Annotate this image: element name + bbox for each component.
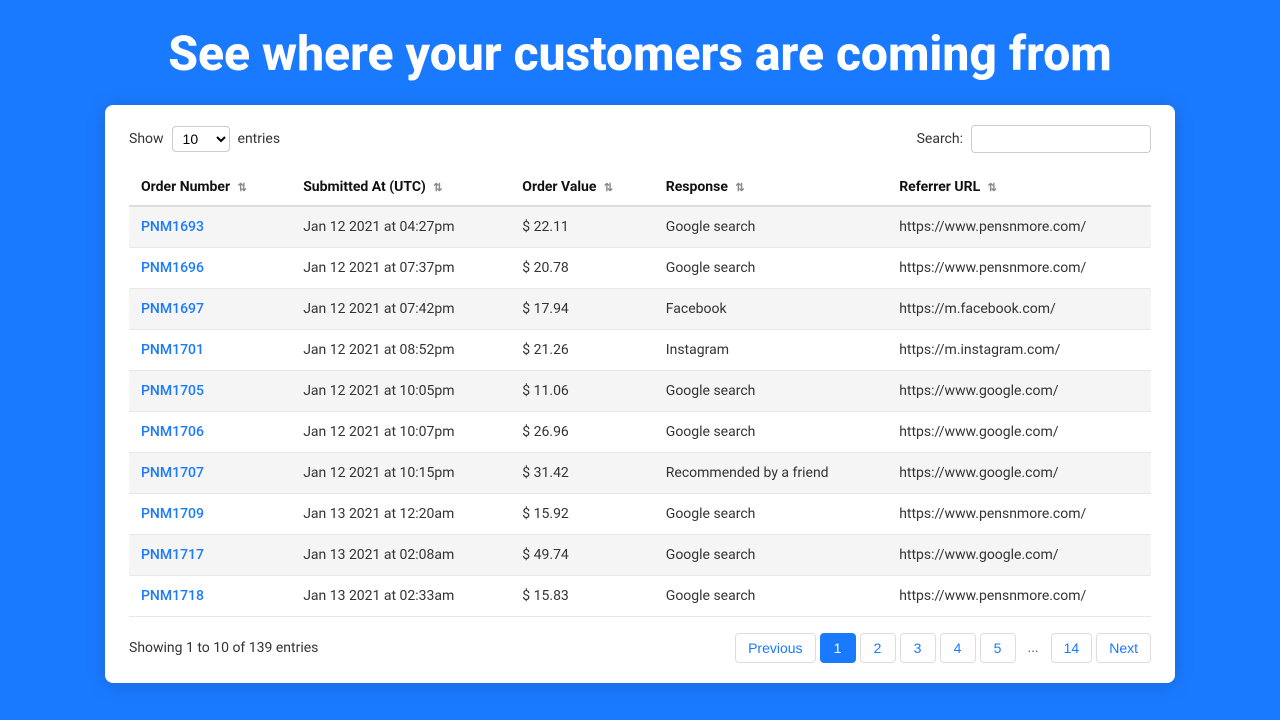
data-table: Order Number ⇅ Submitted At (UTC) ⇅ Orde… bbox=[129, 169, 1151, 617]
table-row: PNM1709Jan 13 2021 at 12:20am$ 15.92Goog… bbox=[129, 493, 1151, 534]
order-link[interactable]: PNM1706 bbox=[141, 424, 204, 440]
table-row: PNM1693Jan 12 2021 at 04:27pm$ 22.11Goog… bbox=[129, 206, 1151, 248]
table-controls: Show 102550100 entries Search: bbox=[129, 125, 1151, 153]
col-response[interactable]: Response ⇅ bbox=[654, 169, 887, 206]
table-row: PNM1707Jan 12 2021 at 10:15pm$ 31.42Reco… bbox=[129, 452, 1151, 493]
search-label: Search: bbox=[917, 131, 963, 147]
page-4-button[interactable]: 4 bbox=[940, 633, 976, 663]
table-row: PNM1717Jan 13 2021 at 02:08am$ 49.74Goog… bbox=[129, 534, 1151, 575]
page-2-button[interactable]: 2 bbox=[860, 633, 896, 663]
order-link[interactable]: PNM1718 bbox=[141, 588, 204, 604]
col-submitted-at-label: Submitted At (UTC) bbox=[303, 179, 426, 195]
search-area: Search: bbox=[917, 125, 1151, 153]
table-body: PNM1693Jan 12 2021 at 04:27pm$ 22.11Goog… bbox=[129, 206, 1151, 617]
entries-select[interactable]: 102550100 bbox=[172, 126, 230, 152]
order-link[interactable]: PNM1697 bbox=[141, 301, 204, 317]
col-order-number-label: Order Number bbox=[141, 179, 230, 195]
sort-icon-response: ⇅ bbox=[735, 181, 744, 194]
table-footer: Showing 1 to 10 of 139 entries Previous … bbox=[129, 633, 1151, 663]
col-submitted-at[interactable]: Submitted At (UTC) ⇅ bbox=[291, 169, 510, 206]
page-5-button[interactable]: 5 bbox=[980, 633, 1016, 663]
table-row: PNM1718Jan 13 2021 at 02:33am$ 15.83Goog… bbox=[129, 575, 1151, 616]
page-title: See where your customers are coming from bbox=[128, 0, 1152, 105]
entries-label: entries bbox=[238, 131, 281, 147]
table-row: PNM1706Jan 12 2021 at 10:07pm$ 26.96Goog… bbox=[129, 411, 1151, 452]
show-entries-control: Show 102550100 entries bbox=[129, 126, 280, 152]
showing-text: Showing 1 to 10 of 139 entries bbox=[129, 640, 318, 656]
sort-icon-submitted-at: ⇅ bbox=[433, 181, 442, 194]
order-link[interactable]: PNM1709 bbox=[141, 506, 204, 522]
col-referrer-url[interactable]: Referrer URL ⇅ bbox=[887, 169, 1151, 206]
pagination: Previous 1 2 3 4 5 ... 14 Next bbox=[735, 633, 1151, 663]
page-3-button[interactable]: 3 bbox=[900, 633, 936, 663]
sort-icon-referrer-url: ⇅ bbox=[988, 181, 997, 194]
show-label: Show bbox=[129, 131, 164, 147]
sort-icon-order-value: ⇅ bbox=[604, 181, 613, 194]
col-order-number[interactable]: Order Number ⇅ bbox=[129, 169, 291, 206]
next-button[interactable]: Next bbox=[1096, 633, 1151, 663]
col-referrer-url-label: Referrer URL bbox=[899, 179, 980, 195]
table-row: PNM1697Jan 12 2021 at 07:42pm$ 17.94Face… bbox=[129, 288, 1151, 329]
sort-icon-order-number: ⇅ bbox=[238, 181, 247, 194]
pagination-ellipsis: ... bbox=[1020, 634, 1047, 662]
search-input[interactable] bbox=[971, 125, 1151, 153]
col-order-value[interactable]: Order Value ⇅ bbox=[510, 169, 653, 206]
page-14-button[interactable]: 14 bbox=[1051, 633, 1093, 663]
order-link[interactable]: PNM1705 bbox=[141, 383, 204, 399]
order-link[interactable]: PNM1717 bbox=[141, 547, 204, 563]
order-link[interactable]: PNM1693 bbox=[141, 219, 204, 235]
previous-button[interactable]: Previous bbox=[735, 633, 815, 663]
table-container: Show 102550100 entries Search: Order Num… bbox=[105, 105, 1175, 683]
table-row: PNM1701Jan 12 2021 at 08:52pm$ 21.26Inst… bbox=[129, 329, 1151, 370]
page-1-button[interactable]: 1 bbox=[820, 633, 856, 663]
order-link[interactable]: PNM1696 bbox=[141, 260, 204, 276]
col-response-label: Response bbox=[666, 179, 728, 195]
table-header: Order Number ⇅ Submitted At (UTC) ⇅ Orde… bbox=[129, 169, 1151, 206]
col-order-value-label: Order Value bbox=[522, 179, 596, 195]
table-row: PNM1696Jan 12 2021 at 07:37pm$ 20.78Goog… bbox=[129, 247, 1151, 288]
table-row: PNM1705Jan 12 2021 at 10:05pm$ 11.06Goog… bbox=[129, 370, 1151, 411]
order-link[interactable]: PNM1701 bbox=[141, 342, 204, 358]
order-link[interactable]: PNM1707 bbox=[141, 465, 204, 481]
